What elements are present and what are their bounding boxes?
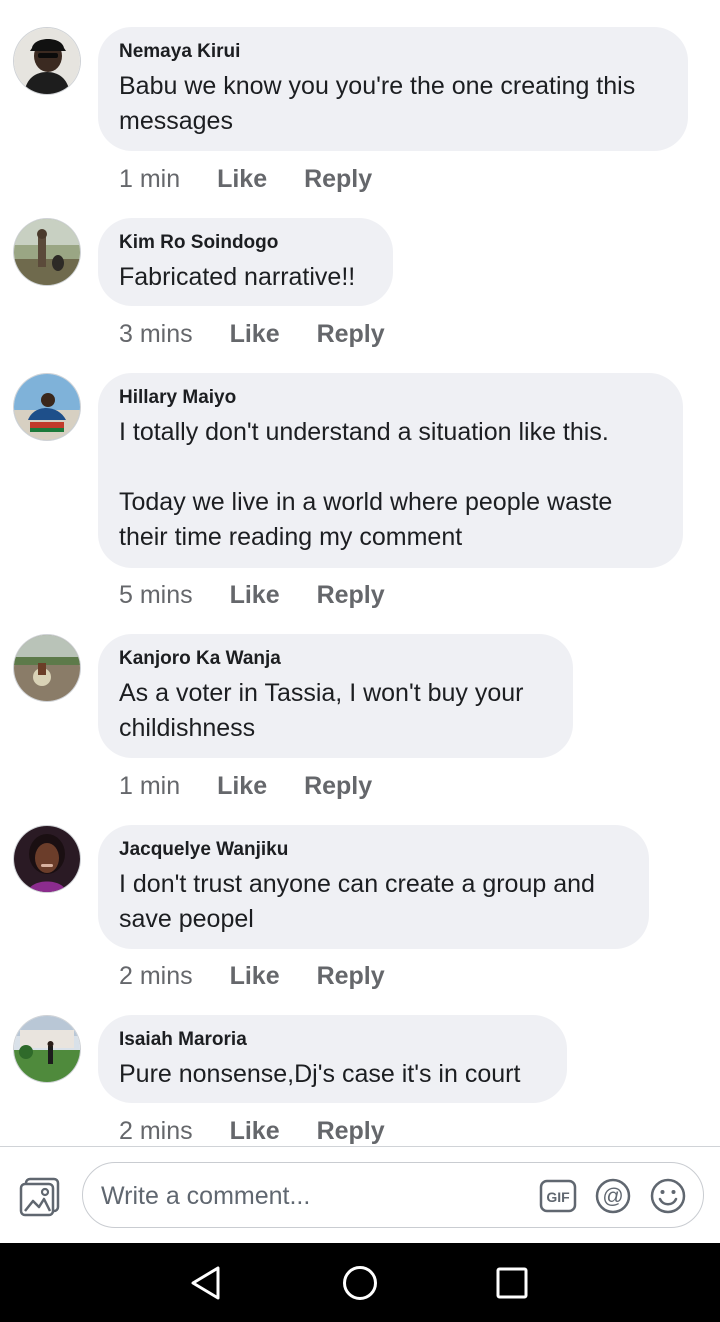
avatar-photo bbox=[14, 1016, 80, 1082]
comment-time[interactable]: 1 min bbox=[119, 771, 180, 801]
comment-input[interactable] bbox=[99, 1173, 533, 1219]
emoji-icon[interactable] bbox=[649, 1177, 687, 1215]
like-button[interactable]: Like bbox=[217, 771, 267, 801]
comment-actions: 1 min Like Reply bbox=[119, 164, 372, 194]
reply-button[interactable]: Reply bbox=[317, 961, 385, 991]
comment-actions: 2 mins Like Reply bbox=[119, 1116, 385, 1146]
reply-button[interactable]: Reply bbox=[317, 319, 385, 349]
comment-time[interactable]: 2 mins bbox=[119, 961, 193, 991]
comment-author[interactable]: Kim Ro Soindogo bbox=[119, 232, 372, 254]
reply-button[interactable]: Reply bbox=[304, 164, 372, 194]
avatar[interactable] bbox=[14, 826, 80, 892]
avatar[interactable] bbox=[14, 28, 80, 94]
mention-icon[interactable]: @ bbox=[594, 1177, 632, 1215]
comment-author[interactable]: Nemaya Kirui bbox=[119, 41, 667, 63]
comments-screen: Nemaya Kirui Babu we know you you're the… bbox=[0, 0, 720, 1322]
home-icon[interactable] bbox=[338, 1261, 382, 1305]
like-button[interactable]: Like bbox=[217, 164, 267, 194]
comment-text: Pure nonsense,Dj's case it's in court bbox=[119, 1060, 521, 1088]
avatar-photo bbox=[14, 219, 80, 285]
comment-author[interactable]: Hillary Maiyo bbox=[119, 387, 662, 409]
comment-author[interactable]: Kanjoro Ka Wanja bbox=[119, 648, 552, 670]
comment-author[interactable]: Jacquelye Wanjiku bbox=[119, 839, 628, 861]
reply-button[interactable]: Reply bbox=[317, 1116, 385, 1146]
avatar-photo bbox=[14, 826, 80, 892]
like-button[interactable]: Like bbox=[230, 961, 280, 991]
avatar[interactable] bbox=[14, 635, 80, 701]
comment-input-box[interactable]: GIF @ bbox=[82, 1162, 704, 1228]
comment-text: Fabricated narrative!! bbox=[119, 263, 356, 291]
comment-composer: GIF @ bbox=[0, 1146, 720, 1244]
comment-bubble[interactable]: Kanjoro Ka Wanja As a voter in Tassia, I… bbox=[98, 634, 573, 758]
system-navigation-bar bbox=[0, 1243, 720, 1322]
avatar-photo bbox=[14, 635, 80, 701]
comment-author[interactable]: Isaiah Maroria bbox=[119, 1029, 546, 1051]
like-button[interactable]: Like bbox=[230, 580, 280, 610]
comment-bubble[interactable]: Jacquelye Wanjiku I don't trust anyone c… bbox=[98, 825, 649, 949]
comment-time[interactable]: 1 min bbox=[119, 164, 180, 194]
like-button[interactable]: Like bbox=[230, 319, 280, 349]
comment-time[interactable]: 2 mins bbox=[119, 1116, 193, 1146]
comment-actions: 1 min Like Reply bbox=[119, 771, 372, 801]
comment-text: I don't trust anyone can create a group … bbox=[119, 870, 602, 933]
comment-bubble[interactable]: Hillary Maiyo I totally don't understand… bbox=[98, 373, 683, 568]
comment-actions: 5 mins Like Reply bbox=[119, 580, 385, 610]
comment-text: Babu we know you you're the one creating… bbox=[119, 72, 643, 135]
comment-bubble[interactable]: Nemaya Kirui Babu we know you you're the… bbox=[98, 27, 688, 151]
back-icon[interactable] bbox=[184, 1261, 228, 1305]
comment-bubble[interactable]: Isaiah Maroria Pure nonsense,Dj's case i… bbox=[98, 1015, 567, 1103]
comment-bubble[interactable]: Kim Ro Soindogo Fabricated narrative!! bbox=[98, 218, 393, 306]
recents-icon[interactable] bbox=[490, 1261, 534, 1305]
svg-text:@: @ bbox=[602, 1185, 623, 1208]
comment-text: As a voter in Tassia, I won't buy your c… bbox=[119, 679, 531, 742]
comment-actions: 2 mins Like Reply bbox=[119, 961, 385, 991]
reply-button[interactable]: Reply bbox=[317, 580, 385, 610]
gif-icon[interactable]: GIF bbox=[539, 1177, 577, 1215]
svg-text:GIF: GIF bbox=[546, 1189, 570, 1205]
like-button[interactable]: Like bbox=[230, 1116, 280, 1146]
avatar-photo bbox=[14, 28, 80, 94]
comment-actions: 3 mins Like Reply bbox=[119, 319, 385, 349]
avatar[interactable] bbox=[14, 374, 80, 440]
photo-icon[interactable] bbox=[18, 1175, 62, 1217]
reply-button[interactable]: Reply bbox=[304, 771, 372, 801]
avatar-photo bbox=[14, 374, 80, 440]
avatar[interactable] bbox=[14, 219, 80, 285]
comment-text: I totally don't understand a situation l… bbox=[119, 418, 613, 551]
avatar[interactable] bbox=[14, 1016, 80, 1082]
comment-time[interactable]: 5 mins bbox=[119, 580, 193, 610]
comment-time[interactable]: 3 mins bbox=[119, 319, 193, 349]
